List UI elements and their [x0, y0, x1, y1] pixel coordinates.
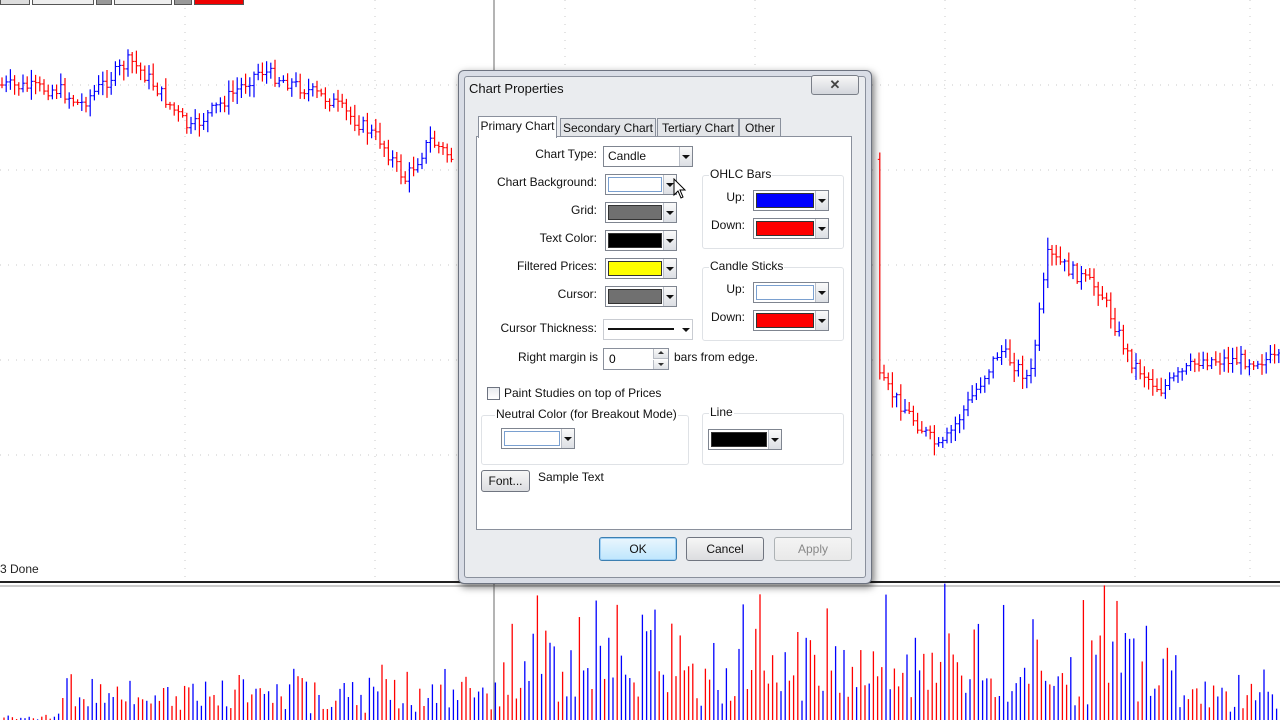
tab-primary-chart[interactable]: Primary Chart	[478, 116, 557, 138]
paint-studies-checkbox[interactable]	[487, 387, 500, 400]
chevron-down-icon[interactable]	[815, 219, 828, 238]
ohlc-bars-title: OHLC Bars	[709, 167, 773, 181]
tab-other[interactable]: Other	[739, 118, 781, 138]
close-x-icon: ✕	[829, 77, 841, 92]
toolbar-item[interactable]	[174, 0, 192, 5]
grid-label: Grid:	[570, 203, 597, 217]
right-margin-suffix: bars from edge.	[674, 350, 759, 364]
chart-background-swatch	[608, 177, 662, 192]
chart-type-label: Chart Type:	[535, 147, 597, 161]
chevron-down-icon[interactable]	[815, 283, 828, 302]
cancel-button[interactable]: Cancel	[686, 537, 764, 561]
top-toolbar-strip	[0, 0, 246, 5]
candle-up-label: Up:	[726, 282, 745, 296]
toolbar-item[interactable]	[96, 0, 112, 5]
ok-button[interactable]: OK	[599, 537, 677, 561]
candle-up-color-picker[interactable]	[753, 282, 829, 303]
right-margin-value: 0	[609, 352, 616, 366]
candle-down-swatch	[756, 313, 814, 328]
chevron-down-icon[interactable]	[561, 429, 574, 448]
filtered-prices-color-picker[interactable]	[605, 258, 677, 279]
neutral-color-picker[interactable]	[501, 428, 575, 449]
font-button[interactable]: Font...	[481, 470, 530, 492]
chevron-down-icon[interactable]	[680, 320, 692, 339]
candle-down-label: Down:	[710, 310, 745, 324]
spin-up-icon[interactable]	[653, 349, 668, 359]
chevron-down-icon[interactable]	[679, 147, 692, 166]
cursor-swatch	[608, 289, 662, 304]
cursor-thickness-label: Cursor Thickness:	[500, 321, 597, 335]
tab-secondary-chart[interactable]: Secondary Chart	[560, 118, 656, 138]
toolbar-item[interactable]	[194, 0, 244, 5]
chevron-down-icon[interactable]	[663, 231, 676, 250]
chart-background-label: Chart Background:	[496, 175, 597, 189]
line-title: Line	[709, 405, 734, 419]
cursor-color-picker[interactable]	[605, 286, 677, 307]
status-text: 3 Done	[0, 562, 39, 576]
primary-chart-panel: Chart Type: Candle Chart Background: Gri…	[476, 136, 852, 530]
toolbar-item[interactable]	[32, 0, 94, 5]
ohlc-down-label: Down:	[710, 218, 745, 232]
text-color-label: Text Color:	[539, 231, 597, 245]
cursor-label: Cursor:	[557, 287, 597, 301]
ohlc-down-color-picker[interactable]	[753, 218, 829, 239]
chart-type-select[interactable]: Candle	[603, 146, 693, 167]
filtered-prices-label: Filtered Prices:	[516, 259, 597, 273]
filtered-prices-swatch	[608, 261, 662, 276]
ohlc-up-label: Up:	[726, 190, 745, 204]
mouse-pointer-icon	[673, 178, 687, 199]
chart-background-color-picker[interactable]	[605, 174, 677, 195]
toolbar-item[interactable]	[0, 0, 30, 5]
neutral-color-swatch	[504, 431, 560, 446]
chevron-down-icon[interactable]	[663, 203, 676, 222]
right-margin-label: Right margin is	[518, 350, 599, 364]
toolbar-item[interactable]	[114, 0, 172, 5]
text-color-swatch	[608, 233, 662, 248]
chevron-down-icon[interactable]	[815, 191, 828, 210]
right-margin-spinner[interactable]: 0	[603, 348, 669, 370]
grid-swatch	[608, 205, 662, 220]
candle-sticks-title: Candle Sticks	[709, 259, 785, 273]
apply-button[interactable]: Apply	[774, 537, 852, 561]
ohlc-down-swatch	[756, 221, 814, 236]
line-color-picker[interactable]	[708, 429, 782, 450]
chevron-down-icon[interactable]	[663, 287, 676, 306]
candle-up-swatch	[756, 285, 814, 300]
grid-color-picker[interactable]	[605, 202, 677, 223]
chevron-down-icon[interactable]	[768, 430, 781, 449]
text-color-picker[interactable]	[605, 230, 677, 251]
cursor-thickness-select[interactable]	[603, 319, 693, 340]
ohlc-up-swatch	[756, 193, 814, 208]
line-color-swatch	[711, 432, 767, 447]
close-button[interactable]: ✕	[811, 75, 859, 95]
spin-down-icon[interactable]	[653, 360, 668, 369]
ohlc-up-color-picker[interactable]	[753, 190, 829, 211]
sample-text: Sample Text	[538, 470, 604, 484]
dialog-title: Chart Properties	[469, 81, 564, 96]
neutral-color-title: Neutral Color (for Breakout Mode)	[495, 407, 678, 421]
chart-type-value: Candle	[608, 149, 647, 163]
chevron-down-icon[interactable]	[663, 259, 676, 278]
paint-studies-label: Paint Studies on top of Prices	[504, 386, 662, 400]
line-thickness-sample	[608, 328, 674, 330]
chart-properties-dialog: Chart Properties ✕ Primary Chart Seconda…	[458, 70, 872, 584]
tab-tertiary-chart[interactable]: Tertiary Chart	[657, 118, 739, 138]
chevron-down-icon[interactable]	[815, 311, 828, 330]
candle-down-color-picker[interactable]	[753, 310, 829, 331]
